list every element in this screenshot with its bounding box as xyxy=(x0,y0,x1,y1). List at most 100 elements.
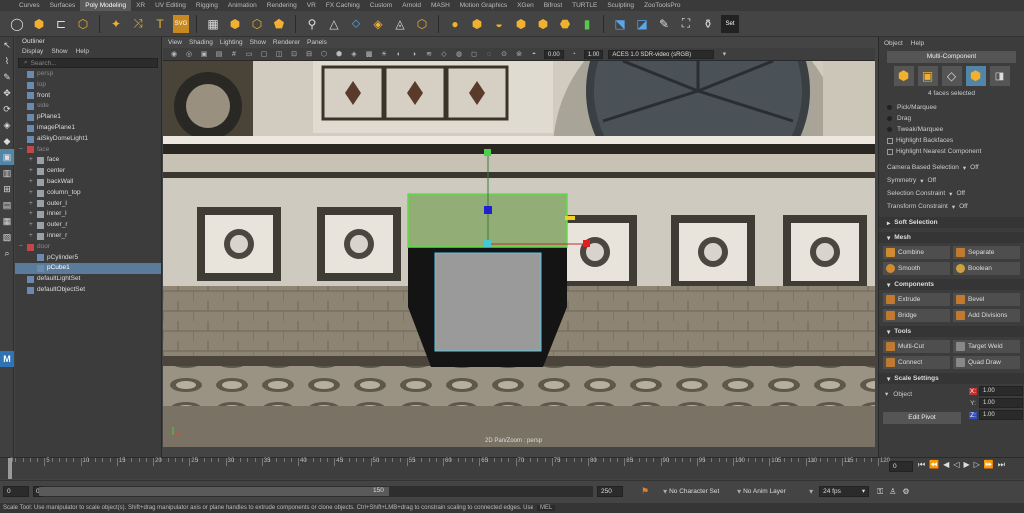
smooth-shade-icon[interactable]: ⬢ xyxy=(334,50,344,59)
combine-button[interactable]: Combine xyxy=(883,246,950,259)
go-to-start-icon[interactable]: ⏮ xyxy=(918,460,925,470)
chevron-down-icon[interactable]: ▾ xyxy=(663,487,667,496)
extrude-icon[interactable]: ⬢ xyxy=(468,15,486,33)
outliner-item[interactable]: + column_top xyxy=(15,188,161,199)
expand-icon[interactable]: − xyxy=(19,242,27,253)
merge-icon[interactable]: ⬣ xyxy=(556,15,574,33)
shelf-tab-fx-caching[interactable]: FX Caching xyxy=(321,0,365,11)
text-icon[interactable]: T xyxy=(151,15,169,33)
outliner-item[interactable]: pPlane1 xyxy=(15,112,161,123)
step-back-icon[interactable]: ◀ xyxy=(943,460,949,470)
end-time-field[interactable]: 250 xyxy=(597,486,623,497)
play-back-icon[interactable]: ◁ xyxy=(953,460,959,470)
step-forward-key-icon[interactable]: ⏩ xyxy=(984,460,994,470)
colorspace-select[interactable]: ACES 1.0 SDR-video (sRGB) xyxy=(608,49,715,59)
chevron-down-icon[interactable]: ▾ xyxy=(809,487,813,496)
connect-button[interactable]: Connect xyxy=(883,356,950,369)
viewport[interactable]: 2D Pan/Zoom : persp xyxy=(163,61,875,447)
camera-attr-icon[interactable]: ◎ xyxy=(184,50,194,59)
gamma-icon[interactable]: ◔ xyxy=(569,50,579,59)
scale-space-select[interactable]: ▾ Object xyxy=(885,390,912,399)
chevron-down-icon[interactable]: ▾ xyxy=(737,487,741,496)
multicut-icon[interactable]: ▮ xyxy=(578,15,596,33)
lasso-tool-icon[interactable]: ⌇ xyxy=(0,53,14,69)
edit-pivot-button[interactable]: Edit Pivot xyxy=(883,412,961,424)
fps-select[interactable]: 24 fps ▾ xyxy=(819,486,870,497)
camera-icon[interactable]: ◉ xyxy=(169,50,179,59)
shelf-tab-curves[interactable]: Curves xyxy=(14,0,45,11)
expand-icon[interactable]: − xyxy=(19,145,27,156)
viewport-menu-panels[interactable]: Panels xyxy=(307,39,327,46)
character-set-select[interactable]: No Character Set xyxy=(669,488,737,495)
go-to-end-icon[interactable]: ⏭ xyxy=(998,460,1005,470)
scale-z-field[interactable]: 1.00 xyxy=(979,410,1023,420)
shelf-tab-rendering[interactable]: Rendering xyxy=(262,0,302,11)
outliner-item[interactable]: defaultLightSet xyxy=(15,274,161,285)
bevel-icon[interactable]: ⬢ xyxy=(512,15,530,33)
expand-icon[interactable]: + xyxy=(29,188,37,199)
move-tool-icon[interactable]: ✥ xyxy=(0,85,14,101)
triangle-icon[interactable]: △ xyxy=(325,15,343,33)
star-icon[interactable]: ✦ xyxy=(107,15,125,33)
edge-mode-icon[interactable]: ◇ xyxy=(941,66,962,86)
grid-icon[interactable]: ▦ xyxy=(204,15,222,33)
auto-key-icon[interactable]: ⚑ xyxy=(641,486,649,497)
uv-mode-icon[interactable]: ◨ xyxy=(989,66,1010,86)
outliner-item[interactable]: side xyxy=(15,101,161,112)
expand-icon[interactable]: + xyxy=(29,231,37,242)
four-view-icon[interactable]: ⊞ xyxy=(0,181,14,197)
current-time-marker[interactable] xyxy=(8,458,12,479)
rotate-tool-icon[interactable]: ⟳ xyxy=(0,101,14,117)
shelf-tab-rigging[interactable]: Rigging xyxy=(191,0,223,11)
shelf-tab-turtle[interactable]: TURTLE xyxy=(567,0,602,11)
wireframe-on-shaded-icon[interactable]: ◈ xyxy=(349,50,359,59)
viewport-menu-lighting[interactable]: Lighting xyxy=(220,39,243,46)
shadows-icon[interactable]: ◐ xyxy=(394,50,404,59)
key-icon[interactable]: ⚿ xyxy=(877,487,883,497)
expand-icon[interactable]: + xyxy=(29,155,37,166)
smooth-icon[interactable]: ● xyxy=(446,15,464,33)
toolkit-menu-object[interactable]: Object xyxy=(884,40,903,47)
range-slider[interactable]: 0 150 xyxy=(33,486,593,497)
pen-icon[interactable]: ✎ xyxy=(655,15,673,33)
separate-button[interactable]: Separate xyxy=(953,246,1020,259)
separate-icon[interactable]: ◬ xyxy=(391,15,409,33)
vertex-mode-icon[interactable]: ▣ xyxy=(917,66,938,86)
outliner-item[interactable]: defaultObjectSet xyxy=(15,285,161,296)
expand-icon[interactable]: + xyxy=(29,177,37,188)
shelf-tab-xgen[interactable]: XGen xyxy=(512,0,539,11)
step-forward-icon[interactable]: ▷ xyxy=(974,460,980,470)
outliner-layout-icon[interactable]: ▦ xyxy=(0,213,14,229)
shelf-tab-vr[interactable]: VR xyxy=(302,0,321,11)
outliner-item[interactable]: imagePlane1 xyxy=(15,123,161,134)
expand-icon[interactable]: + xyxy=(29,199,37,210)
shelf-tab-surfaces[interactable]: Surfaces xyxy=(45,0,81,11)
gate-mask-icon[interactable]: ◫ xyxy=(274,50,284,59)
single-view-icon[interactable]: ▣ xyxy=(0,149,14,165)
mesh-header[interactable]: ▾ Mesh xyxy=(879,232,1024,243)
expand-icon[interactable]: + xyxy=(29,220,37,231)
current-frame-field[interactable]: 0 xyxy=(889,461,913,472)
smooth-button[interactable]: Smooth xyxy=(883,262,950,275)
sculpt-icon[interactable]: ⚱ xyxy=(699,15,717,33)
graph-layout-icon[interactable]: ▧ xyxy=(0,229,14,245)
plane-icon[interactable]: ⬔ xyxy=(611,15,629,33)
xray-icon[interactable]: ◌ xyxy=(484,50,494,59)
symmetry-option[interactable]: Symmetry ▾ Off xyxy=(879,174,1024,187)
wireframe-icon[interactable]: ⬡ xyxy=(319,50,329,59)
set-icon[interactable]: Set xyxy=(721,14,739,33)
image-plane-icon[interactable]: ▤ xyxy=(214,50,224,59)
textured-icon[interactable]: ▩ xyxy=(364,50,374,59)
viewport-menu-shading[interactable]: Shading xyxy=(189,39,213,46)
transform-constraint-option[interactable]: Transform Constraint ▾ Off xyxy=(879,200,1024,213)
hex-outline-icon[interactable]: ⬡ xyxy=(248,15,266,33)
settings-icon[interactable]: ⚙ xyxy=(902,487,909,496)
soft-selection-header[interactable]: ▸ Soft Selection xyxy=(879,217,1024,228)
isolate-select-icon[interactable]: ◻ xyxy=(469,50,479,59)
scale-x-field[interactable]: 1.00 xyxy=(979,386,1023,396)
safe-action-icon[interactable]: ⊟ xyxy=(304,50,314,59)
scale-y-field[interactable]: 1.00 xyxy=(979,398,1023,408)
selection-constraint-option[interactable]: Selection Constraint ▾ Off xyxy=(879,187,1024,200)
quad-draw-button[interactable]: Quad Draw xyxy=(953,356,1020,369)
depth-of-field-icon[interactable]: ◍ xyxy=(454,50,464,59)
